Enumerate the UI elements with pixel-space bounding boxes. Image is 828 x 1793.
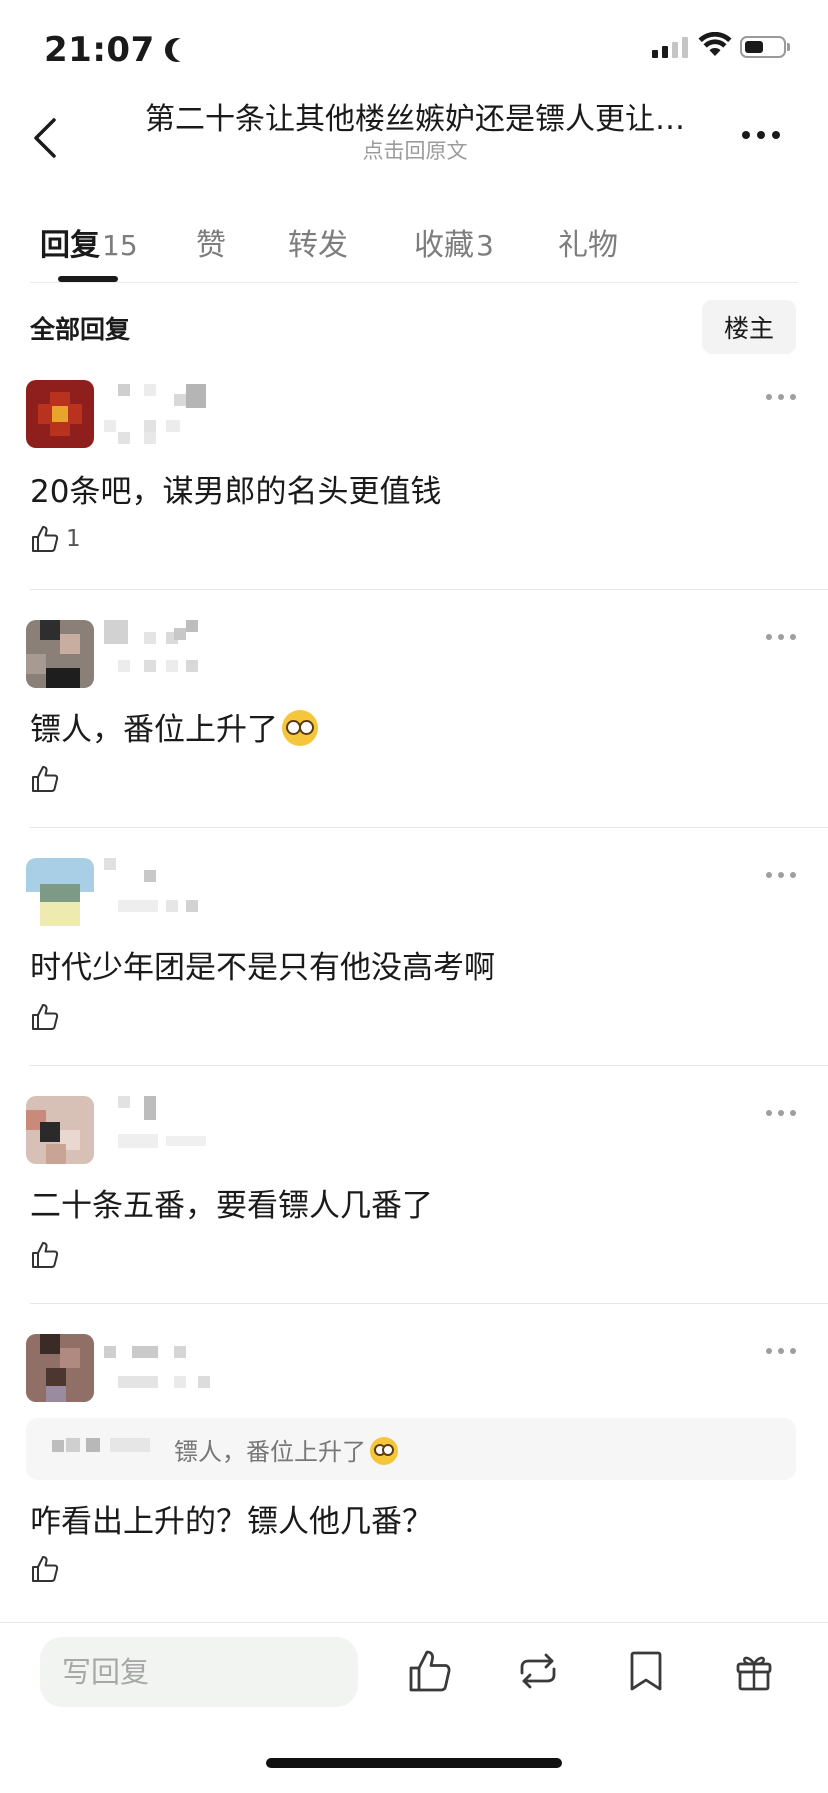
quoted-text: 镖人，番位上升了 (174, 1432, 398, 1467)
home-indicator[interactable] (266, 1758, 562, 1768)
gift-icon (736, 1656, 772, 1691)
comment-text: 20条吧，谋男郎的名头更值钱 (30, 474, 442, 510)
avatar[interactable] (26, 380, 94, 448)
section-title: 全部回复 (30, 315, 131, 344)
divider (30, 1065, 828, 1066)
username-blurred (104, 380, 234, 448)
divider (30, 589, 828, 590)
comment-item: 20条吧，谋男郎的名头更值钱 1 (0, 380, 828, 590)
username-blurred (104, 620, 234, 688)
thumbs-up-icon (32, 526, 59, 552)
gift-button[interactable] (730, 1647, 778, 1695)
username-blurred (104, 1096, 234, 1164)
username-blurred (104, 858, 234, 926)
more-dot-icon (742, 131, 750, 139)
nerd-face-emoji-icon (370, 1437, 398, 1465)
repost-button[interactable] (514, 1647, 562, 1695)
comment-more-button[interactable] (766, 1110, 796, 1116)
like-button[interactable] (30, 1240, 60, 1270)
chevron-left-icon (34, 118, 56, 158)
more-dot-icon (772, 131, 780, 139)
comment-item: 二十条五番，要看镖人几番了 (0, 1096, 828, 1304)
do-not-disturb-icon (172, 38, 196, 62)
avatar[interactable] (26, 620, 94, 688)
divider (30, 1303, 828, 1304)
clock-text: 21:07 (44, 30, 155, 70)
back-to-original-link[interactable]: 点击回原文 (135, 138, 695, 164)
comment-more-button[interactable] (766, 1348, 796, 1354)
comment-item: 时代少年团是不是只有他没高考啊 (0, 858, 828, 1066)
comment-text: 二十条五番，要看镖人几番了 (30, 1188, 433, 1224)
bookmark-icon (630, 1651, 662, 1691)
status-time: 21:07 (44, 30, 187, 70)
thumbs-up-icon (32, 1242, 59, 1268)
reply-input[interactable] (40, 1637, 358, 1707)
comment-text: 时代少年团是不是只有他没高考啊 (30, 950, 495, 986)
more-dot-icon (757, 131, 765, 139)
like-count: 1 (66, 526, 81, 552)
like-post-button[interactable] (406, 1647, 454, 1695)
avatar[interactable] (26, 858, 94, 926)
divider (30, 827, 828, 828)
wifi-icon (698, 32, 732, 56)
username-blurred (104, 1334, 234, 1402)
thumbs-up-icon (32, 1004, 59, 1030)
tab-label: 转发 (288, 228, 348, 263)
comment-more-button[interactable] (766, 634, 796, 640)
more-options-button[interactable] (742, 120, 792, 150)
thumbs-up-icon (32, 766, 59, 792)
like-button[interactable] (30, 764, 60, 794)
bookmark-button[interactable] (622, 1647, 670, 1695)
post-title[interactable]: 第二十条让其他楼丝嫉妒还是镖人更让… (135, 100, 695, 140)
tab-replies[interactable]: 回复15 (40, 220, 138, 264)
like-button[interactable] (30, 1554, 60, 1584)
repost-icon (520, 1653, 556, 1689)
comment-item: 镖人，番位上升了 咋看出上升的？镖人他几番？ (0, 1334, 828, 1620)
tab-favorites[interactable]: 收藏3 (414, 220, 494, 264)
tab-count: 15 (102, 229, 138, 262)
quoted-reply[interactable]: 镖人，番位上升了 (26, 1418, 796, 1480)
comment-text: 咋看出上升的？镖人他几番？ (30, 1504, 433, 1540)
tab-label: 收藏 (414, 228, 474, 263)
tab-reposts[interactable]: 转发 (288, 220, 348, 264)
like-button[interactable] (30, 1002, 60, 1032)
thumbs-up-icon (32, 1556, 59, 1582)
tab-bar: 回复15 赞 转发 收藏3 礼物 (30, 214, 798, 283)
comment-text: 镖人，番位上升了 (30, 704, 318, 749)
op-only-filter-button[interactable]: 楼主 (702, 300, 796, 354)
nerd-face-emoji-icon (282, 710, 318, 746)
quoted-username-blurred (52, 1440, 64, 1452)
tab-likes[interactable]: 赞 (196, 220, 226, 264)
tab-count: 3 (476, 229, 494, 262)
tab-gifts[interactable]: 礼物 (558, 220, 618, 264)
like-button[interactable]: 1 (30, 524, 81, 554)
post-header: 第二十条让其他楼丝嫉妒还是镖人更让… 点击回原文 (0, 100, 828, 180)
tab-label: 赞 (196, 228, 226, 263)
status-bar: 21:07 (0, 0, 828, 100)
comment-more-button[interactable] (766, 872, 796, 878)
tab-label: 礼物 (558, 228, 618, 263)
battery-icon (740, 36, 790, 58)
like-icon (409, 1650, 451, 1692)
tab-label: 回复 (40, 228, 100, 263)
active-tab-indicator (58, 276, 118, 282)
avatar[interactable] (26, 1096, 94, 1164)
comment-item: 镖人，番位上升了 (0, 620, 828, 828)
back-button[interactable] (26, 108, 66, 164)
comment-more-button[interactable] (766, 394, 796, 400)
cellular-signal-icon (652, 36, 688, 58)
avatar[interactable] (26, 1334, 94, 1402)
